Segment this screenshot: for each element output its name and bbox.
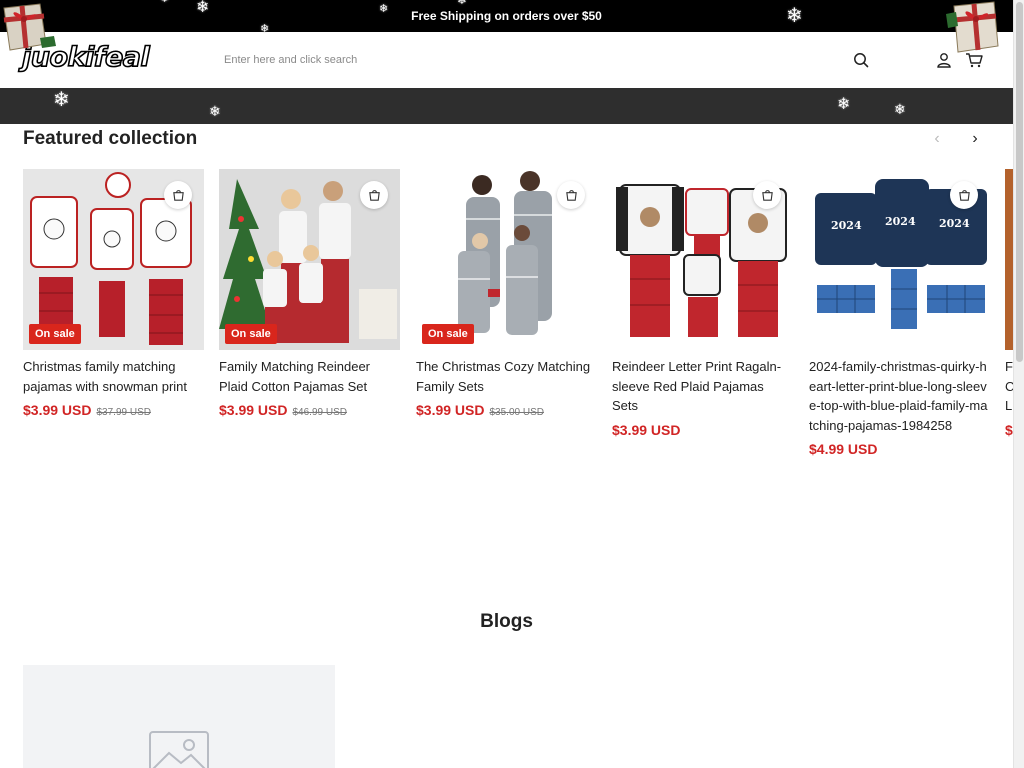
snowflake-icon: ❄ — [837, 96, 851, 113]
cart-plus-icon — [565, 189, 577, 201]
product-card[interactable]: On sale Family Matching Reindeer Plaid C… — [219, 169, 400, 418]
snowflake-icon: ❄ — [457, 0, 468, 7]
product-price: $3.99 USD — [612, 421, 681, 438]
sale-badge: On sale — [225, 324, 277, 344]
product-carousel: On sale Christmas family matching pajama… — [23, 169, 1013, 489]
cart-plus-icon — [761, 189, 773, 201]
product-prices: $ — [1005, 422, 1013, 438]
image-placeholder-icon — [149, 731, 209, 768]
snowflake-icon: ❄ — [160, 0, 169, 5]
snowflake-icon: ❄ — [260, 23, 270, 35]
cart-plus-icon — [172, 189, 184, 201]
product-prices: $3.99 USD — [612, 422, 793, 438]
cart-plus-icon — [368, 189, 380, 201]
product-image[interactable]: 2024 2024 2024 — [809, 169, 990, 350]
snowflake-icon: ❄ — [894, 101, 906, 117]
product-price: $4.99 USD — [809, 441, 878, 457]
site-header: juokifeal — [0, 32, 1013, 88]
product-prices: $4.99 USD — [809, 441, 990, 457]
snowflake-icon: ❄ — [209, 103, 221, 119]
product-image[interactable]: On sale — [23, 169, 204, 350]
christmas-ornament-decoration — [946, 1, 999, 53]
product-prices: $3.99 USD $37.99 USD — [23, 402, 204, 418]
blog-card[interactable] — [23, 665, 335, 768]
search-input[interactable] — [218, 48, 828, 72]
quick-add-button[interactable] — [164, 181, 192, 209]
product-card[interactable]: On sale The Christmas Cozy Matching Fami… — [416, 169, 597, 418]
product-prices: $3.99 USD $46.99 USD — [219, 402, 400, 418]
product-price: $ — [1005, 421, 1013, 438]
product-title[interactable]: Family Matching Reindeer Plaid Cotton Pa… — [219, 357, 400, 396]
slider-next-button[interactable]: › — [964, 128, 986, 150]
quick-add-button[interactable] — [557, 181, 585, 209]
slider-prev-button[interactable]: ‹ — [926, 128, 948, 150]
svg-text:2024: 2024 — [885, 215, 916, 228]
product-card[interactable]: F C L $ — [1005, 169, 1013, 438]
product-title[interactable]: Reindeer Letter Print Ragaln-sleeve Red … — [612, 357, 793, 416]
product-price: $3.99 USD — [219, 402, 288, 418]
quick-add-button[interactable] — [753, 181, 781, 209]
compare-price: $37.99 USD — [96, 407, 151, 418]
quick-add-button[interactable] — [950, 181, 978, 209]
announcement-bar: Free Shipping on orders over $50 — [0, 0, 1013, 32]
svg-text:2024: 2024 — [831, 219, 862, 232]
product-title[interactable]: 2024-family-christmas-quirky-heart-lette… — [809, 357, 990, 435]
snowflake-icon: ❄ — [196, 0, 210, 16]
announcement-text: Free Shipping on orders over $50 — [411, 9, 602, 23]
product-card[interactable]: Reindeer Letter Print Ragaln-sleeve Red … — [612, 169, 793, 438]
product-price: $3.99 USD — [23, 402, 92, 418]
svg-text:2024: 2024 — [939, 217, 970, 230]
product-card[interactable]: On sale Christmas family matching pajama… — [23, 169, 204, 418]
sale-badge: On sale — [29, 324, 81, 344]
scrollbar-thumb[interactable] — [1016, 2, 1023, 362]
product-title[interactable]: Christmas family matching pajamas with s… — [23, 357, 204, 396]
product-image[interactable] — [1005, 169, 1013, 350]
christmas-ornament-decoration — [3, 3, 56, 51]
sale-badge: On sale — [422, 324, 474, 344]
compare-price: $46.99 USD — [292, 407, 347, 418]
chevron-right-icon: › — [972, 130, 978, 147]
product-image[interactable]: On sale — [219, 169, 400, 350]
search-button[interactable] — [850, 49, 872, 71]
featured-collection-title: Featured collection — [23, 128, 198, 149]
snowflake-icon: ❄ — [786, 5, 803, 27]
cart-plus-icon — [958, 189, 970, 201]
chevron-left-icon: ‹ — [934, 130, 940, 147]
product-price: $3.99 USD — [416, 402, 485, 418]
snowflake-icon: ❄ — [379, 3, 389, 15]
product-title[interactable]: The Christmas Cozy Matching Family Sets — [416, 357, 597, 396]
page-scrollbar[interactable] — [1013, 0, 1024, 768]
product-title[interactable]: F C L — [1005, 357, 1013, 416]
product-image[interactable]: On sale — [416, 169, 597, 350]
blogs-section-title: Blogs — [480, 611, 533, 632]
snowflake-icon: ❄ — [53, 89, 70, 111]
quick-add-button[interactable] — [360, 181, 388, 209]
main-navigation — [0, 88, 1013, 124]
compare-price: $35.00 USD — [489, 407, 544, 418]
product-card[interactable]: 2024 2024 2024 2024-family-christmas-quirk… — [809, 169, 990, 457]
search-icon — [854, 53, 869, 68]
product-prices: $3.99 USD $35.00 USD — [416, 402, 597, 418]
product-image[interactable] — [612, 169, 793, 350]
